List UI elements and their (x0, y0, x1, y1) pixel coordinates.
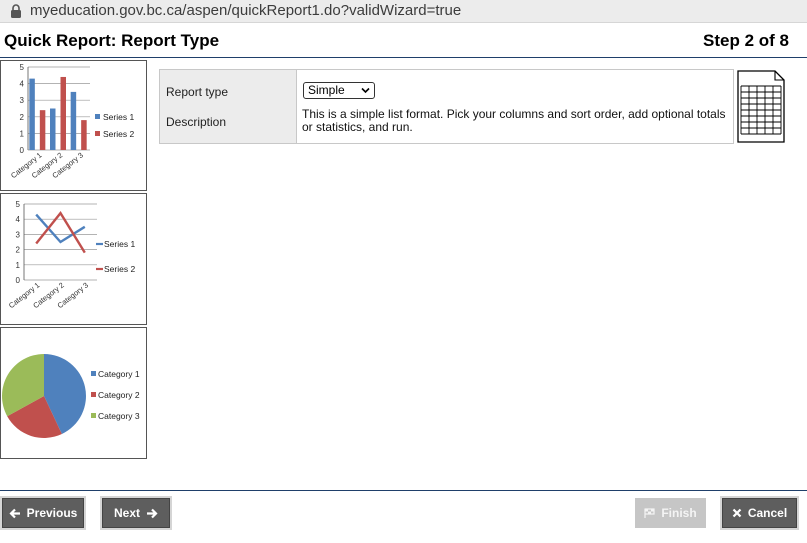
bar (70, 91, 77, 150)
close-icon (732, 508, 742, 518)
bar-chart: 012345Category 1Category 2Category 3Seri… (9, 63, 134, 180)
legend-marker (91, 392, 96, 397)
bar (39, 110, 46, 150)
legend-label: Category 1 (98, 369, 140, 379)
report-type-label: Report type (166, 85, 229, 99)
page-title: Quick Report: Report Type (4, 31, 220, 50)
arrow-right-icon (147, 508, 158, 518)
y-tick-label: 5 (20, 63, 25, 72)
y-tick-label: 3 (20, 96, 25, 105)
legend-label: Series 1 (103, 112, 134, 122)
next-button-label: Next (113, 506, 140, 520)
lock-icon (11, 4, 21, 18)
y-tick-label: 3 (16, 230, 21, 239)
report-type-form: Report type Description Simple This is a… (159, 69, 734, 144)
y-tick-label: 5 (16, 200, 21, 209)
bar (60, 76, 66, 150)
arrow-left-icon (9, 508, 20, 518)
previous-button[interactable]: Previous (2, 498, 84, 528)
description-label: Description (166, 115, 227, 129)
legend-label: Category 3 (98, 411, 140, 421)
pie-chart: Category 1 Category 2 Category 3 (2, 354, 140, 438)
line-chart-thumbnail[interactable]: 0 1 2 3 4 5 Category 1 Category 2 Category 3 Seri… (0, 193, 147, 325)
form-labels: Report type Description (160, 70, 297, 143)
y-tick-label: 2 (16, 246, 21, 255)
cancel-button-label: Cancel (747, 506, 788, 520)
legend-marker (95, 114, 100, 119)
chevron-down-icon (361, 87, 370, 94)
legend-label: Series 2 (104, 264, 135, 274)
y-tick-label: 1 (20, 129, 25, 138)
spreadsheet-document-icon (737, 70, 785, 143)
bar-chart-thumbnail[interactable]: 0 1 2 3 4 5 Category 1 Category 2 Category 3 Seri… (0, 60, 147, 191)
step-indicator: Step 2 of 8 (703, 31, 789, 50)
previous-button-label: Previous (26, 506, 78, 520)
y-tick-label: 4 (20, 80, 25, 89)
bar (29, 78, 35, 150)
page-header: Quick Report: Report Type Step 2 of 8 (0, 23, 807, 58)
y-tick-label: 2 (20, 113, 25, 122)
y-tick-label: 1 (16, 261, 21, 270)
finish-button[interactable]: Finish (635, 498, 706, 528)
report-type-selected-value: Simple (308, 83, 345, 97)
pie-chart-thumbnail[interactable]: Category 1 Category 2 Category 3 (0, 327, 147, 459)
y-tick-label: 4 (16, 215, 21, 224)
legend-label: Series 2 (103, 129, 134, 139)
browser-url-bar[interactable]: myeducation.gov.bc.ca/aspen/quickReport1… (0, 0, 807, 23)
next-button[interactable]: Next (102, 498, 170, 528)
y-tick-label: 0 (20, 146, 25, 155)
legend-marker (95, 131, 100, 136)
legend-label: Series 1 (104, 239, 135, 249)
cancel-button[interactable]: Cancel (722, 498, 797, 528)
legend-marker (91, 371, 96, 376)
bar (81, 120, 87, 150)
legend-label: Category 2 (98, 390, 140, 400)
report-description: This is a simple list format. Pick your … (302, 107, 726, 134)
bar (50, 108, 56, 150)
legend-marker (91, 413, 96, 418)
report-type-select[interactable]: Simple (303, 82, 375, 99)
line-chart: 012345Category 1Category 2Category 3Seri… (7, 200, 136, 310)
wizard-footer: Previous Next Finish Cancel (0, 490, 807, 543)
finish-button-label: Finish (661, 506, 697, 520)
series-line (35, 213, 86, 244)
y-tick-label: 0 (16, 276, 21, 285)
flag-icon (644, 508, 655, 518)
url-text: myeducation.gov.bc.ca/aspen/quickReport1… (30, 2, 462, 19)
